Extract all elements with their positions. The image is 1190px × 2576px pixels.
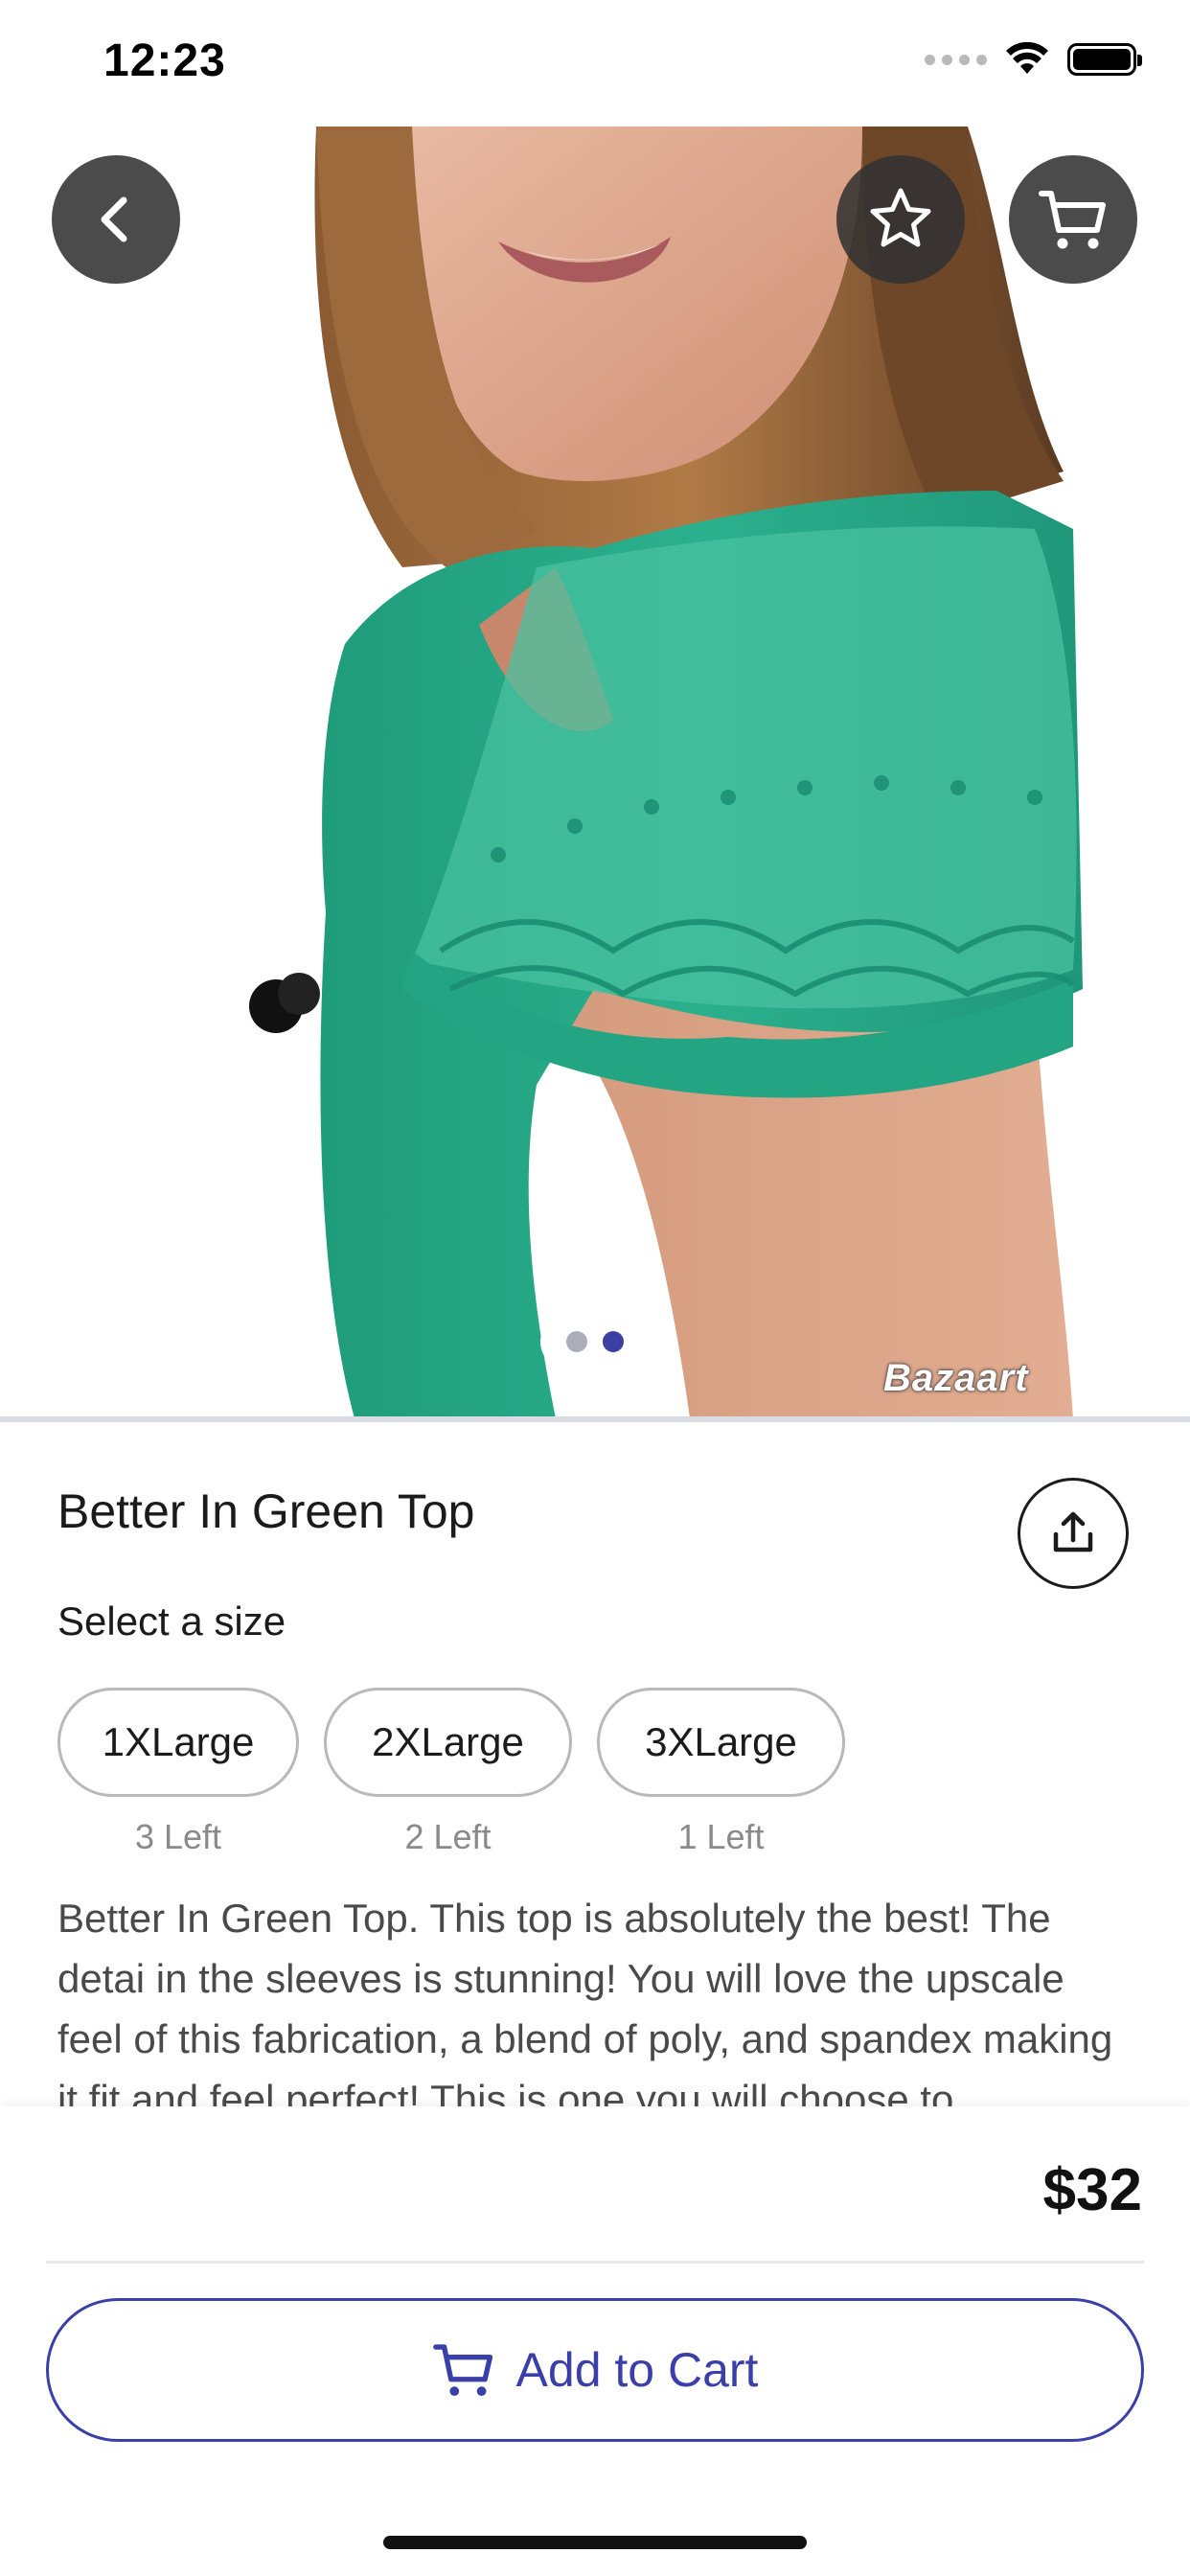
size-heading: Select a size — [57, 1598, 286, 1644]
favorite-button[interactable] — [836, 155, 965, 284]
bazaart-watermark: Bazaart — [883, 1357, 1029, 1399]
product-photo — [249, 126, 1083, 1418]
product-image-carousel[interactable] — [0, 126, 1190, 1418]
star-icon — [870, 188, 931, 247]
cart-button[interactable] — [1009, 155, 1137, 284]
stock-3xlarge: 1 Left — [677, 1817, 765, 1856]
share-button[interactable] — [1018, 1478, 1129, 1589]
wifi-icon — [1006, 42, 1048, 74]
status-indicators — [925, 42, 1142, 77]
pager-dot-active[interactable] — [603, 1331, 624, 1352]
cellular-dots-icon — [925, 54, 987, 65]
size-option-1xlarge[interactable]: 1XLarge — [57, 1688, 299, 1797]
chevron-left-icon — [101, 196, 127, 242]
status-time: 12:23 — [103, 35, 226, 86]
add-to-cart-label: Add to Cart — [515, 2343, 759, 2397]
pager-dot[interactable] — [566, 1331, 587, 1352]
product-description: Better In Green Top. This top is absolut… — [57, 1896, 1113, 2108]
home-indicator[interactable] — [383, 2536, 807, 2549]
cart-icon — [1039, 191, 1106, 249]
stock-1xlarge: 3 Left — [134, 1817, 222, 1856]
image-pager[interactable] — [540, 1313, 650, 1370]
share-upload-icon — [1053, 1511, 1093, 1552]
battery-icon — [1067, 43, 1142, 76]
size-option-3xlarge[interactable]: 3XLarge — [597, 1688, 845, 1797]
cart-icon — [432, 2344, 492, 2397]
product-title: Better In Green Top — [57, 1484, 475, 1538]
back-button[interactable] — [52, 155, 180, 284]
stock-2xlarge: 2 Left — [404, 1817, 492, 1856]
sheet-divider — [46, 2261, 1144, 2264]
product-price: $32 — [1042, 2157, 1142, 2223]
hero-divider — [0, 1416, 1190, 1422]
size-option-2xlarge[interactable]: 2XLarge — [324, 1688, 572, 1797]
add-to-cart-button[interactable]: Add to Cart — [46, 2298, 1144, 2442]
status-bar: 12:23 — [0, 0, 1190, 126]
